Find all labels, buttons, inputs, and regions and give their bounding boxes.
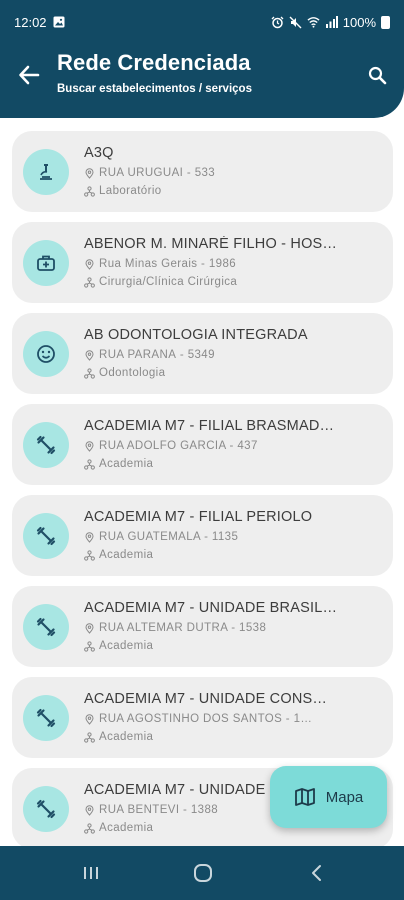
list-item[interactable]: AB ODONTOLOGIA INTEGRADA RUA PARANÁ - 53… <box>12 313 393 394</box>
signal-icon <box>325 16 338 29</box>
app-header: 12:02 100% Rede Credenciada Buscar estab… <box>0 0 404 118</box>
battery-level: 100% <box>342 14 376 30</box>
arrow-left-icon <box>19 65 40 85</box>
recent-apps-icon <box>84 867 98 879</box>
alarm-icon <box>271 16 284 29</box>
item-address: Rua Minas Gerais - 1986 <box>99 258 237 270</box>
item-address: RUA BENTEVI - 1388 <box>99 804 219 816</box>
category-icon <box>84 640 95 652</box>
establishment-list[interactable]: A3Q RUA URUGUAI - 533 Laboratório ABENOR… <box>12 131 393 846</box>
category-icon <box>84 185 95 197</box>
item-name: ACADEMIA M7 - FILIAL BRASMAD… <box>84 418 335 434</box>
page-subtitle: Buscar estabelecimentos / serviços <box>57 83 252 95</box>
item-category: Academia <box>99 549 154 561</box>
list-item[interactable]: ACADEMIA M7 - UNIDADE BRASIL… RUA ALTEMA… <box>12 586 393 667</box>
medical-kit-icon <box>23 240 69 286</box>
location-pin-icon <box>84 258 95 270</box>
location-pin-icon <box>84 167 95 179</box>
status-time: 12:02 <box>14 14 47 30</box>
system-nav-bar <box>0 846 404 900</box>
location-pin-icon <box>84 349 95 361</box>
fitness-icon <box>23 786 69 832</box>
location-pin-icon <box>84 713 95 725</box>
list-item[interactable]: A3Q RUA URUGUAI - 533 Laboratório <box>12 131 393 212</box>
home-icon <box>194 864 212 882</box>
map-button[interactable]: Mapa <box>270 766 387 828</box>
microscope-icon <box>23 149 69 195</box>
wifi-icon <box>307 16 320 29</box>
category-icon <box>84 549 95 561</box>
item-category: Odontologia <box>99 367 166 379</box>
item-category: Laboratório <box>99 185 162 197</box>
item-name: AB ODONTOLOGIA INTEGRADA <box>84 327 308 343</box>
search-icon <box>368 66 386 84</box>
fitness-icon <box>23 695 69 741</box>
smile-icon <box>23 331 69 377</box>
item-category: Academia <box>99 640 154 652</box>
map-button-label: Mapa <box>325 788 364 806</box>
list-item[interactable]: ABENOR M. MINARÉ FILHO - HOS… Rua Minas … <box>12 222 393 303</box>
item-category: Academia <box>99 731 154 743</box>
fitness-icon <box>23 422 69 468</box>
category-icon <box>84 276 95 288</box>
item-name: ACADEMIA M7 - FILIAL PERIOLO <box>84 509 313 525</box>
list-item[interactable]: ACADEMIA M7 - FILIAL BRASMAD… RUA ADOLFO… <box>12 404 393 485</box>
item-address: RUA GUATEMALA - 1135 <box>99 531 239 543</box>
item-category: Academia <box>99 458 154 470</box>
system-back-button[interactable] <box>304 860 330 886</box>
list-item[interactable]: ACADEMIA M7 - FILIAL PERIOLO RUA GUATEMA… <box>12 495 393 576</box>
item-name: ACADEMIA M7 - UNIDADE BRASIL… <box>84 600 338 616</box>
list-item[interactable]: ACADEMIA M7 - UNIDADE CONS… RUA AGOSTINH… <box>12 677 393 758</box>
recent-apps-button[interactable] <box>78 860 104 886</box>
back-button[interactable] <box>16 62 42 88</box>
category-icon <box>84 822 95 834</box>
item-address: RUA URUGUAI - 533 <box>99 167 216 179</box>
search-button[interactable] <box>364 62 390 88</box>
category-icon <box>84 458 95 470</box>
mute-icon <box>289 16 302 29</box>
category-icon <box>84 731 95 743</box>
location-pin-icon <box>84 531 95 543</box>
item-address: RUA ALTEMAR DUTRA - 1538 <box>99 622 267 634</box>
chevron-left-icon <box>312 865 321 881</box>
fitness-icon <box>23 604 69 650</box>
page-title: Rede Credenciada <box>57 50 251 75</box>
item-category: Academia <box>99 822 154 834</box>
map-icon <box>294 788 315 806</box>
status-bar: 12:02 100% <box>0 0 404 44</box>
location-pin-icon <box>84 804 95 816</box>
item-category: Cirurgia/Clínica Cirúrgica <box>99 276 238 288</box>
category-icon <box>84 367 95 379</box>
item-name: ACADEMIA M7 - UNIDADE CONS… <box>84 691 328 707</box>
fitness-icon <box>23 513 69 559</box>
item-address: RUA ADOLFO GARCIA - 437 <box>99 440 258 452</box>
item-address: RUA PARANÁ - 5349 <box>99 349 215 361</box>
gallery-notification-icon <box>53 16 66 29</box>
home-button[interactable] <box>190 860 216 886</box>
location-pin-icon <box>84 622 95 634</box>
location-pin-icon <box>84 440 95 452</box>
item-name: ABENOR M. MINARÉ FILHO - HOS… <box>84 236 338 252</box>
item-address: RUA AGOSTINHO DOS SANTOS - 1… <box>99 713 313 725</box>
item-name: A3Q <box>84 145 114 161</box>
battery-icon <box>381 15 390 29</box>
